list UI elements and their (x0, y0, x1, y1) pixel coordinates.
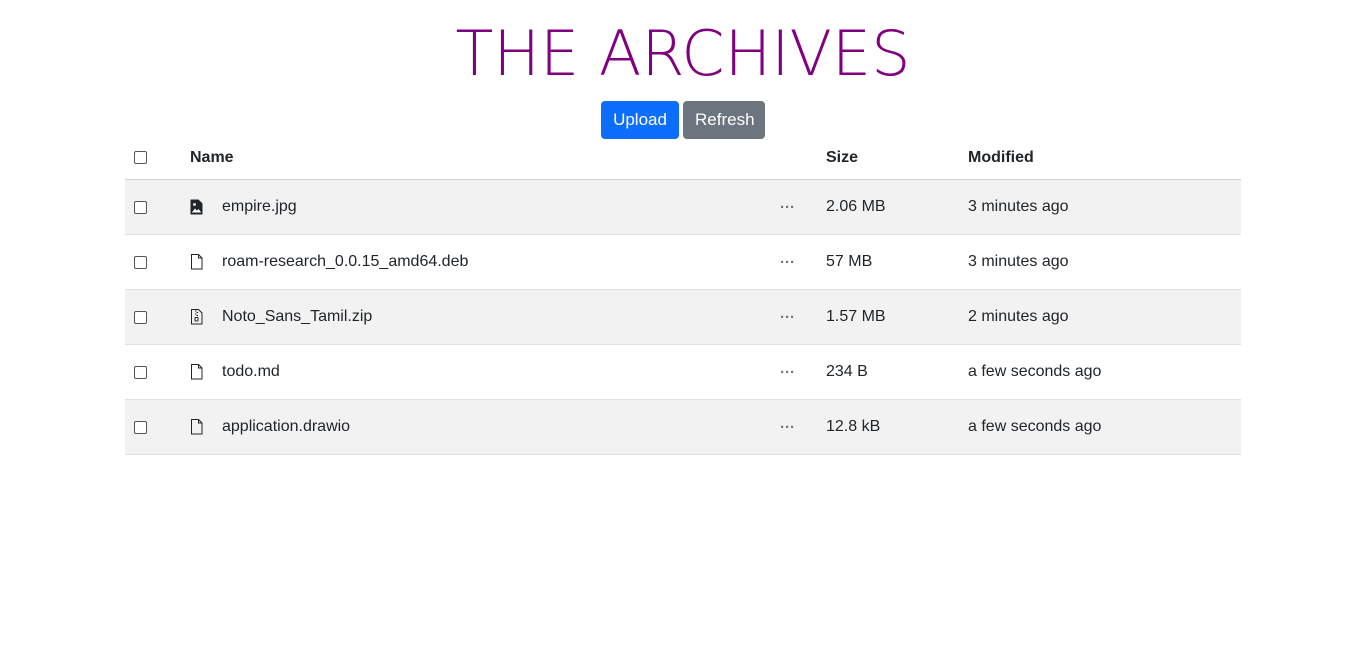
file-size: 234 B (826, 363, 868, 380)
table-row[interactable]: roam-research_0.0.15_amd64.deb ··· 57 MB… (125, 235, 1241, 290)
file-name-link[interactable]: empire.jpg (222, 180, 297, 234)
file-size: 1.57 MB (826, 308, 886, 325)
column-header-size[interactable]: Size (826, 136, 858, 179)
row-checkbox[interactable] (134, 365, 147, 379)
file-name-link[interactable]: Noto_Sans_Tamil.zip (222, 290, 372, 344)
row-checkbox[interactable] (134, 200, 147, 214)
table-header-row: Name Size Modified (125, 136, 1241, 180)
more-options-icon[interactable]: ··· (780, 290, 798, 344)
file-icon (190, 235, 203, 289)
more-options-icon[interactable]: ··· (780, 345, 798, 399)
file-icon (190, 400, 203, 454)
table-row[interactable]: todo.md ··· 234 B a few seconds ago (125, 345, 1241, 400)
row-checkbox[interactable] (134, 420, 147, 434)
file-size: 2.06 MB (826, 198, 886, 215)
file-modified: 2 minutes ago (968, 308, 1069, 325)
table-row[interactable]: Noto_Sans_Tamil.zip ··· 1.57 MB 2 minute… (125, 290, 1241, 345)
file-name-link[interactable]: todo.md (222, 345, 280, 399)
more-options-icon[interactable]: ··· (780, 400, 798, 454)
upload-button[interactable]: Upload (601, 101, 679, 139)
page-title: THE ARCHIVES (455, 17, 911, 90)
file-table: Name Size Modified empire.jpg ··· 2.06 M… (125, 136, 1241, 455)
column-header-name[interactable]: Name (190, 136, 234, 179)
file-modified: 3 minutes ago (968, 198, 1069, 215)
column-header-modified[interactable]: Modified (968, 136, 1034, 179)
select-all-checkbox[interactable] (134, 151, 147, 164)
file-modified: a few seconds ago (968, 418, 1102, 435)
refresh-button[interactable]: Refresh (683, 101, 765, 139)
file-size: 12.8 kB (826, 418, 881, 435)
more-options-icon[interactable]: ··· (780, 235, 798, 289)
toolbar: Upload Refresh (0, 101, 1366, 139)
zip-file-icon (190, 290, 203, 344)
file-modified: 3 minutes ago (968, 253, 1069, 270)
image-file-icon (190, 180, 203, 234)
table-row[interactable]: application.drawio ··· 12.8 kB a few sec… (125, 400, 1241, 455)
file-size: 57 MB (826, 253, 873, 270)
table-row[interactable]: empire.jpg ··· 2.06 MB 3 minutes ago (125, 180, 1241, 235)
row-checkbox[interactable] (134, 255, 147, 269)
file-name-link[interactable]: roam-research_0.0.15_amd64.deb (222, 235, 468, 289)
row-checkbox[interactable] (134, 310, 147, 324)
file-icon (190, 345, 203, 399)
more-options-icon[interactable]: ··· (780, 180, 798, 234)
file-name-link[interactable]: application.drawio (222, 400, 350, 454)
file-modified: a few seconds ago (968, 363, 1102, 380)
